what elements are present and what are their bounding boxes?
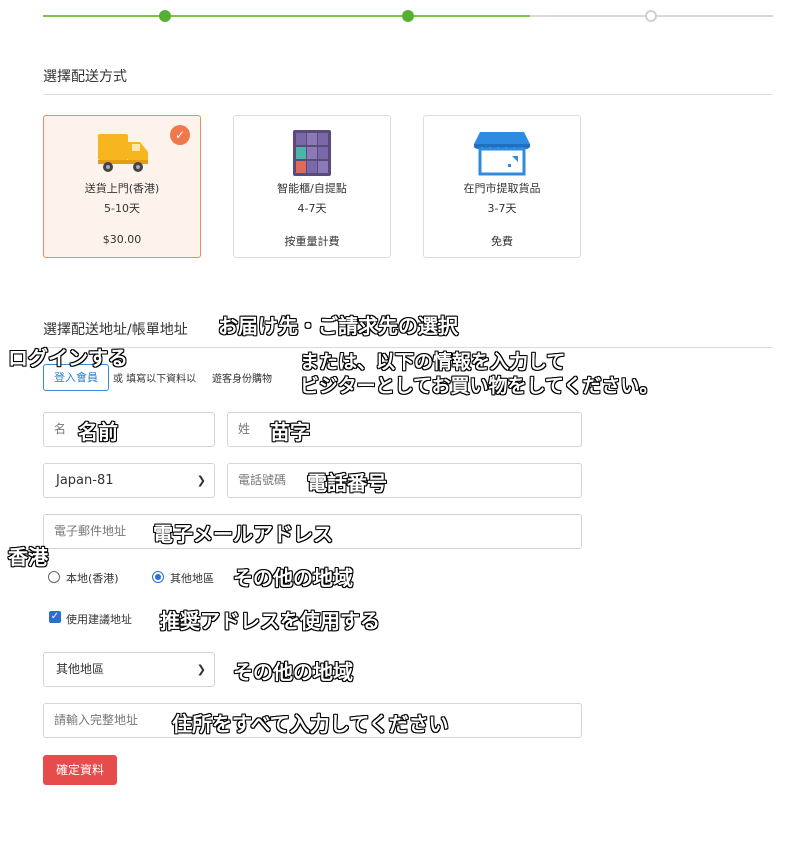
shipping-option-locker[interactable]: 智能櫃/自提點 4-7天 按重量計費 <box>233 115 391 258</box>
shipping-option-price: 按重量計費 <box>284 235 340 248</box>
progress-step-1 <box>159 10 171 22</box>
overlay-email: 電子メールアドレス <box>153 522 333 546</box>
confirm-button[interactable]: 確定資料 <box>43 755 117 785</box>
locker-icon <box>282 130 342 176</box>
progress-step-2 <box>402 10 414 22</box>
shipping-option-name: 在門市提取貨品 <box>463 182 541 195</box>
guest-link[interactable]: 遊客身份購物 <box>212 370 272 385</box>
phone-field[interactable]: 電話號碼 <box>227 463 582 498</box>
shipping-option-home-delivery[interactable]: ✓ 送貨上門(香港) 5-10天 $30.00 <box>43 115 201 258</box>
progress-done-line <box>43 15 530 17</box>
or-guest-text: 或 填寫以下資料以 <box>113 374 197 385</box>
overlay-full-address: 住所をすべて入力してください <box>172 712 449 736</box>
truck-icon <box>92 130 152 176</box>
shipping-option-days: 5-10天 <box>104 202 140 215</box>
overlay-hongkong: 香港 <box>8 545 48 569</box>
use-suggested-checkbox[interactable]: ✓ <box>49 611 61 623</box>
shipping-option-days: 3-7天 <box>487 202 517 215</box>
shipping-title: 選擇配送方式 <box>43 69 127 85</box>
region-local-radio[interactable] <box>48 571 60 583</box>
region-other-radio[interactable] <box>152 571 164 583</box>
first-name-field[interactable]: 名 <box>43 412 215 447</box>
country-code-value: Japan-81 <box>56 473 114 488</box>
selected-check-icon: ✓ <box>170 125 190 145</box>
overlay-login: ログインする <box>8 346 128 370</box>
shipping-option-name: 智能櫃/自提點 <box>277 182 347 195</box>
overlay-other-region-select: その他の地域 <box>233 660 353 684</box>
region-select[interactable]: 其他地區 ❯ <box>43 652 215 687</box>
shipping-option-name: 送貨上門(香港) <box>84 182 160 195</box>
overlay-first-name: 名前 <box>78 420 118 444</box>
overlay-guest-line2: ビジターとしてお買い物をしてください。 <box>300 375 659 397</box>
shipping-option-price: 免費 <box>491 235 513 248</box>
overlay-other-region: その他の地域 <box>233 566 353 590</box>
shipping-option-price: $30.00 <box>102 233 142 246</box>
region-select-value: 其他地區 <box>56 662 105 676</box>
region-other-label: 其他地區 <box>170 572 214 585</box>
divider <box>43 94 773 95</box>
shipping-option-days: 4-7天 <box>297 202 327 215</box>
overlay-phone: 電話番号 <box>307 471 387 495</box>
overlay-last-name: 苗字 <box>270 420 310 444</box>
store-icon <box>472 130 532 176</box>
progress-step-3 <box>645 10 657 22</box>
shipping-option-store-pickup[interactable]: 在門市提取貨品 3-7天 免費 <box>423 115 581 258</box>
divider <box>43 347 773 348</box>
address-title: 選擇配送地址/帳單地址 <box>43 322 188 338</box>
overlay-guest-line1: または、以下の情報を入力して <box>300 351 566 373</box>
overlay-use-suggested: 推奨アドレスを使用する <box>160 609 380 633</box>
region-local-label: 本地(香港) <box>66 572 119 585</box>
country-code-select[interactable]: Japan-81 ❯ <box>43 463 215 498</box>
overlay-address-title: お届け先・ご請求先の選択 <box>218 314 458 338</box>
use-suggested-label: 使用建議地址 <box>66 613 132 626</box>
chevron-down-icon: ❯ <box>196 474 206 487</box>
chevron-down-icon: ❯ <box>196 663 206 676</box>
